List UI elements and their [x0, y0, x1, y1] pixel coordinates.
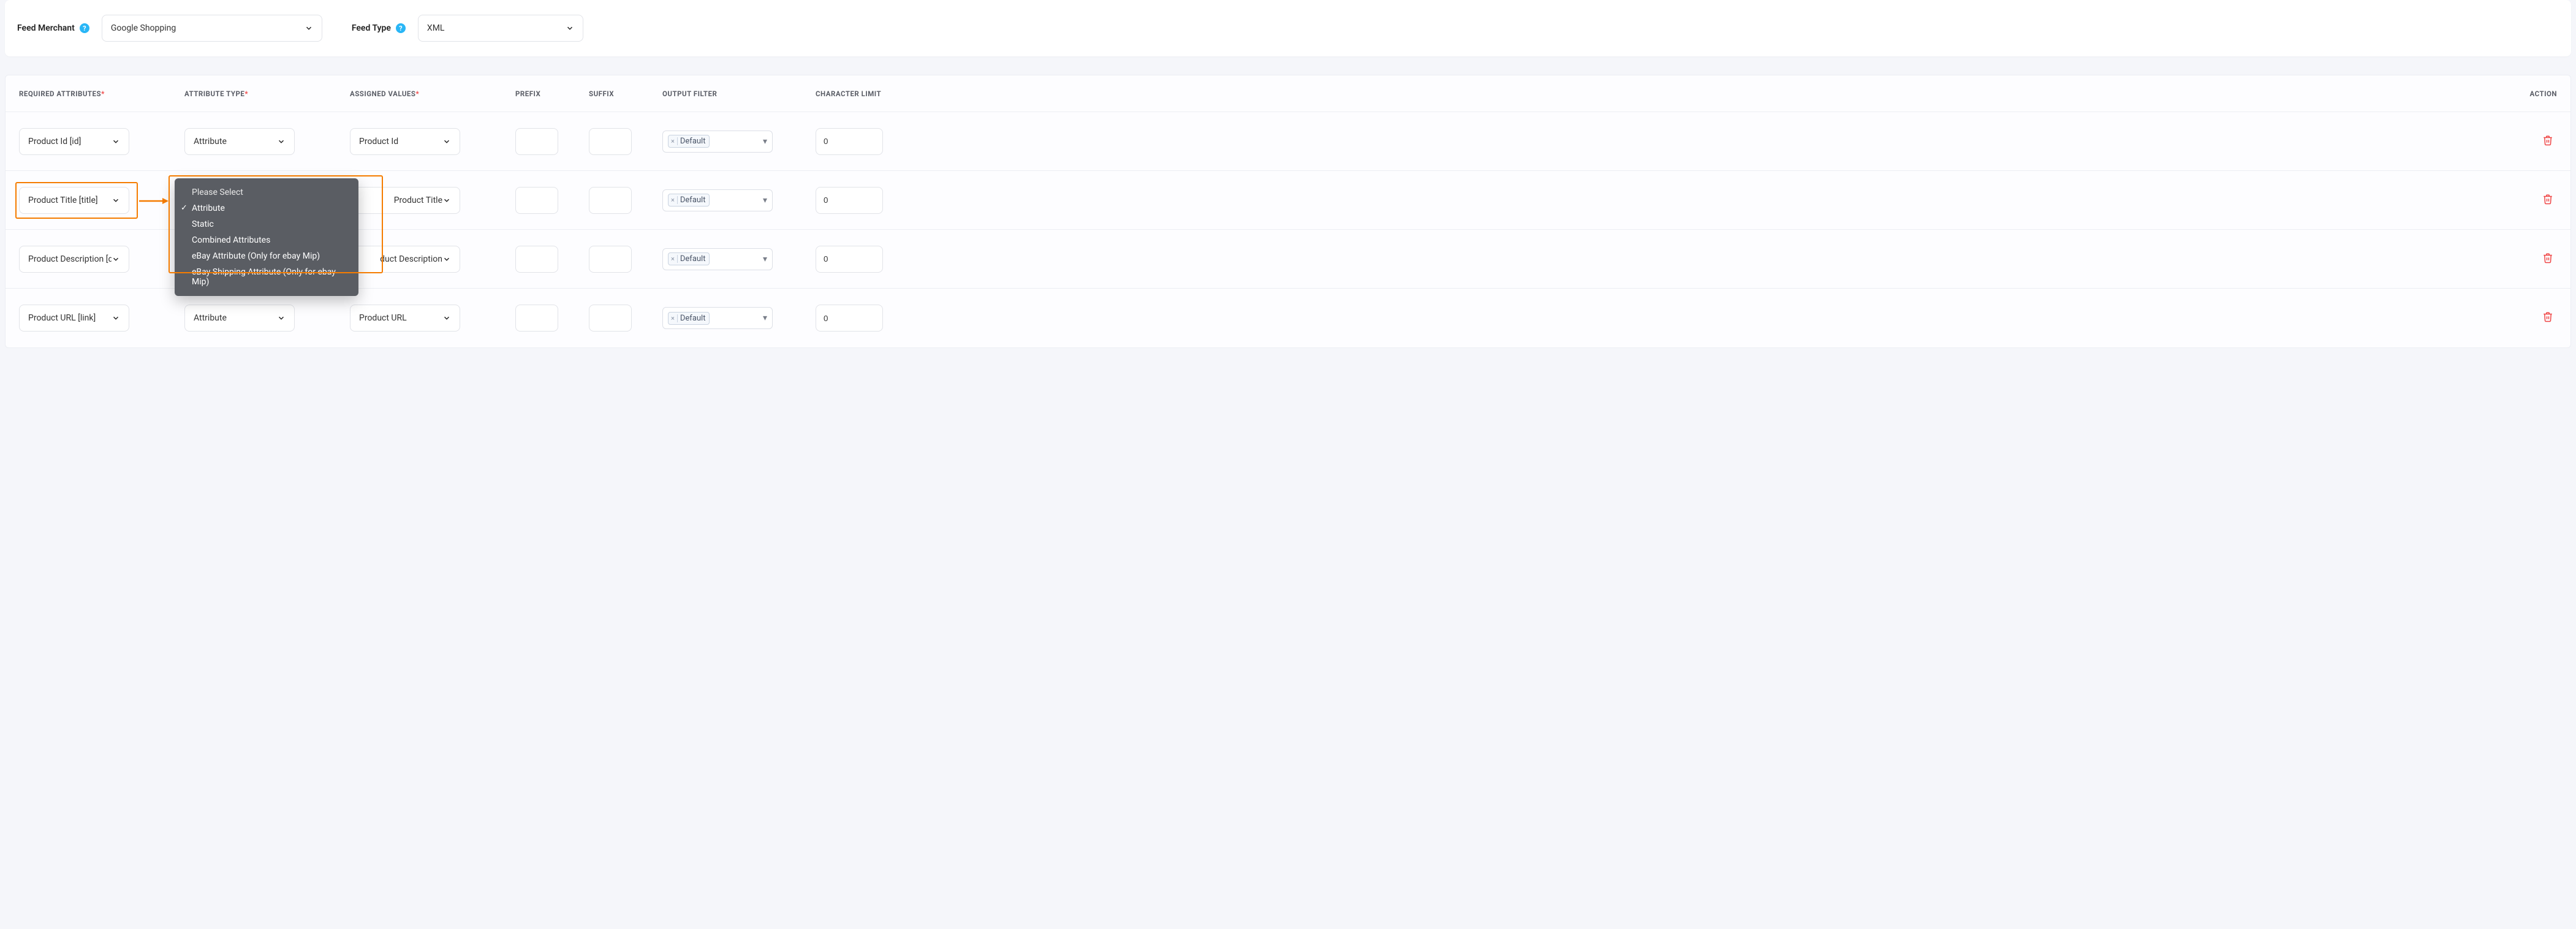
filter-tag: ×Default [668, 135, 710, 148]
select-value: Product Description [des [28, 254, 112, 264]
char-limit-input[interactable] [816, 246, 883, 273]
chevron-down-icon [442, 314, 451, 322]
chevron-down-icon [566, 24, 574, 32]
caret-down-icon: ▾ [763, 137, 767, 146]
feed-config-panel: Feed Merchant ? Google Shopping Feed Typ… [5, 0, 2571, 56]
dropdown-option[interactable]: eBay Attribute (Only for ebay Mip) [175, 248, 358, 264]
select-value: Product Id [id] [28, 137, 112, 146]
filter-tag: ×Default [668, 194, 710, 207]
output-filter-select[interactable]: ×Default ▾ [662, 189, 773, 211]
feed-merchant-group: Feed Merchant ? Google Shopping [17, 15, 322, 42]
select-value: Product Title [title] [28, 195, 112, 205]
attr-type-dropdown: Please Select Attribute Static Combined … [175, 178, 358, 296]
chevron-down-icon [305, 24, 313, 32]
tag-remove-icon[interactable]: × [671, 196, 678, 204]
help-icon[interactable]: ? [80, 23, 89, 33]
th-attr-type: ATTRIBUTE TYPE* [184, 89, 350, 98]
th-char-limit: CHARACTER LIMIT [816, 89, 938, 98]
label-text: Feed Type [352, 23, 391, 33]
char-limit-input[interactable] [816, 187, 883, 214]
prefix-input[interactable] [515, 187, 558, 214]
assigned-value-select[interactable]: Product Title [350, 187, 460, 214]
suffix-input[interactable] [589, 128, 632, 155]
table-header: REQUIRED ATTRIBUTES* ATTRIBUTE TYPE* ASS… [6, 75, 2570, 112]
tag-remove-icon[interactable]: × [671, 314, 678, 322]
chevron-down-icon [277, 314, 286, 322]
prefix-input[interactable] [515, 246, 558, 273]
select-value: XML [427, 23, 566, 33]
output-filter-select[interactable]: ×Default ▾ [662, 131, 773, 153]
table-row: Product URL [link] Attribute Product URL… [6, 289, 2570, 347]
suffix-input[interactable] [589, 187, 632, 214]
select-value: duct Description [359, 254, 442, 264]
select-value: Product Title [359, 195, 442, 205]
caret-down-icon: ▾ [763, 195, 767, 205]
prefix-input[interactable] [515, 128, 558, 155]
feed-type-select[interactable]: XML [418, 15, 583, 42]
th-required: REQUIRED ATTRIBUTES* [19, 89, 184, 98]
prefix-input[interactable] [515, 305, 558, 332]
select-value: Google Shopping [111, 23, 305, 33]
dropdown-option[interactable]: eBay Shipping Attribute (Only for ebay M… [175, 264, 358, 290]
th-output-filter: OUTPUT FILTER [662, 89, 816, 98]
feed-type-group: Feed Type ? XML [352, 15, 583, 42]
dropdown-header: Please Select [175, 184, 358, 200]
th-action: ACTION [938, 89, 2557, 98]
chevron-down-icon [112, 137, 120, 146]
output-filter-select[interactable]: ×Default ▾ [662, 248, 773, 270]
required-attr-select[interactable]: Product Title [title] [19, 187, 129, 214]
assigned-value-select[interactable]: duct Description [350, 246, 460, 273]
assigned-value-select[interactable]: Product URL [350, 305, 460, 332]
char-limit-input[interactable] [816, 128, 883, 155]
table-row: Product Description [des Attribute duct … [6, 230, 2570, 289]
required-attr-select[interactable]: Product URL [link] [19, 305, 129, 332]
select-value: Attribute [194, 137, 277, 146]
suffix-input[interactable] [589, 305, 632, 332]
feed-merchant-label: Feed Merchant ? [17, 23, 89, 33]
output-filter-select[interactable]: ×Default ▾ [662, 307, 773, 329]
attr-type-select[interactable]: Attribute [184, 128, 295, 155]
caret-down-icon: ▾ [763, 254, 767, 264]
select-value: Attribute [194, 313, 277, 323]
delete-button[interactable] [2542, 134, 2553, 146]
attr-type-select[interactable]: Attribute [184, 305, 295, 332]
chevron-down-icon [277, 137, 286, 146]
label-text: Feed Merchant [17, 23, 75, 33]
chevron-down-icon [442, 255, 451, 264]
tag-remove-icon[interactable]: × [671, 255, 678, 263]
select-value: Product URL [359, 313, 442, 323]
delete-button[interactable] [2542, 193, 2553, 205]
select-value: Product URL [link] [28, 313, 112, 323]
feed-merchant-select[interactable]: Google Shopping [102, 15, 322, 42]
chevron-down-icon [112, 314, 120, 322]
feed-type-label: Feed Type ? [352, 23, 406, 33]
th-prefix: PREFIX [515, 89, 589, 98]
dropdown-option[interactable]: Combined Attributes [175, 232, 358, 248]
required-attr-select[interactable]: Product Description [des [19, 246, 129, 273]
chevron-down-icon [112, 255, 120, 264]
filter-tag: ×Default [668, 252, 710, 265]
suffix-input[interactable] [589, 246, 632, 273]
chevron-down-icon [112, 196, 120, 205]
chevron-down-icon [442, 196, 451, 205]
delete-button[interactable] [2542, 252, 2553, 264]
required-attr-select[interactable]: Product Id [id] [19, 128, 129, 155]
th-assigned: ASSIGNED VALUES* [350, 89, 515, 98]
th-suffix: SUFFIX [589, 89, 662, 98]
table-row: Product Title [title] Attribute Product … [6, 171, 2570, 230]
filter-tag: ×Default [668, 312, 710, 325]
attributes-table: REQUIRED ATTRIBUTES* ATTRIBUTE TYPE* ASS… [5, 75, 2571, 348]
tag-remove-icon[interactable]: × [671, 137, 678, 145]
select-value: Product Id [359, 137, 442, 146]
dropdown-option[interactable]: Static [175, 216, 358, 232]
help-icon[interactable]: ? [396, 23, 406, 33]
assigned-value-select[interactable]: Product Id [350, 128, 460, 155]
table-row: Product Id [id] Attribute Product Id ×De… [6, 112, 2570, 171]
chevron-down-icon [442, 137, 451, 146]
char-limit-input[interactable] [816, 305, 883, 332]
caret-down-icon: ▾ [763, 313, 767, 323]
dropdown-option[interactable]: Attribute [175, 200, 358, 216]
delete-button[interactable] [2542, 311, 2553, 323]
